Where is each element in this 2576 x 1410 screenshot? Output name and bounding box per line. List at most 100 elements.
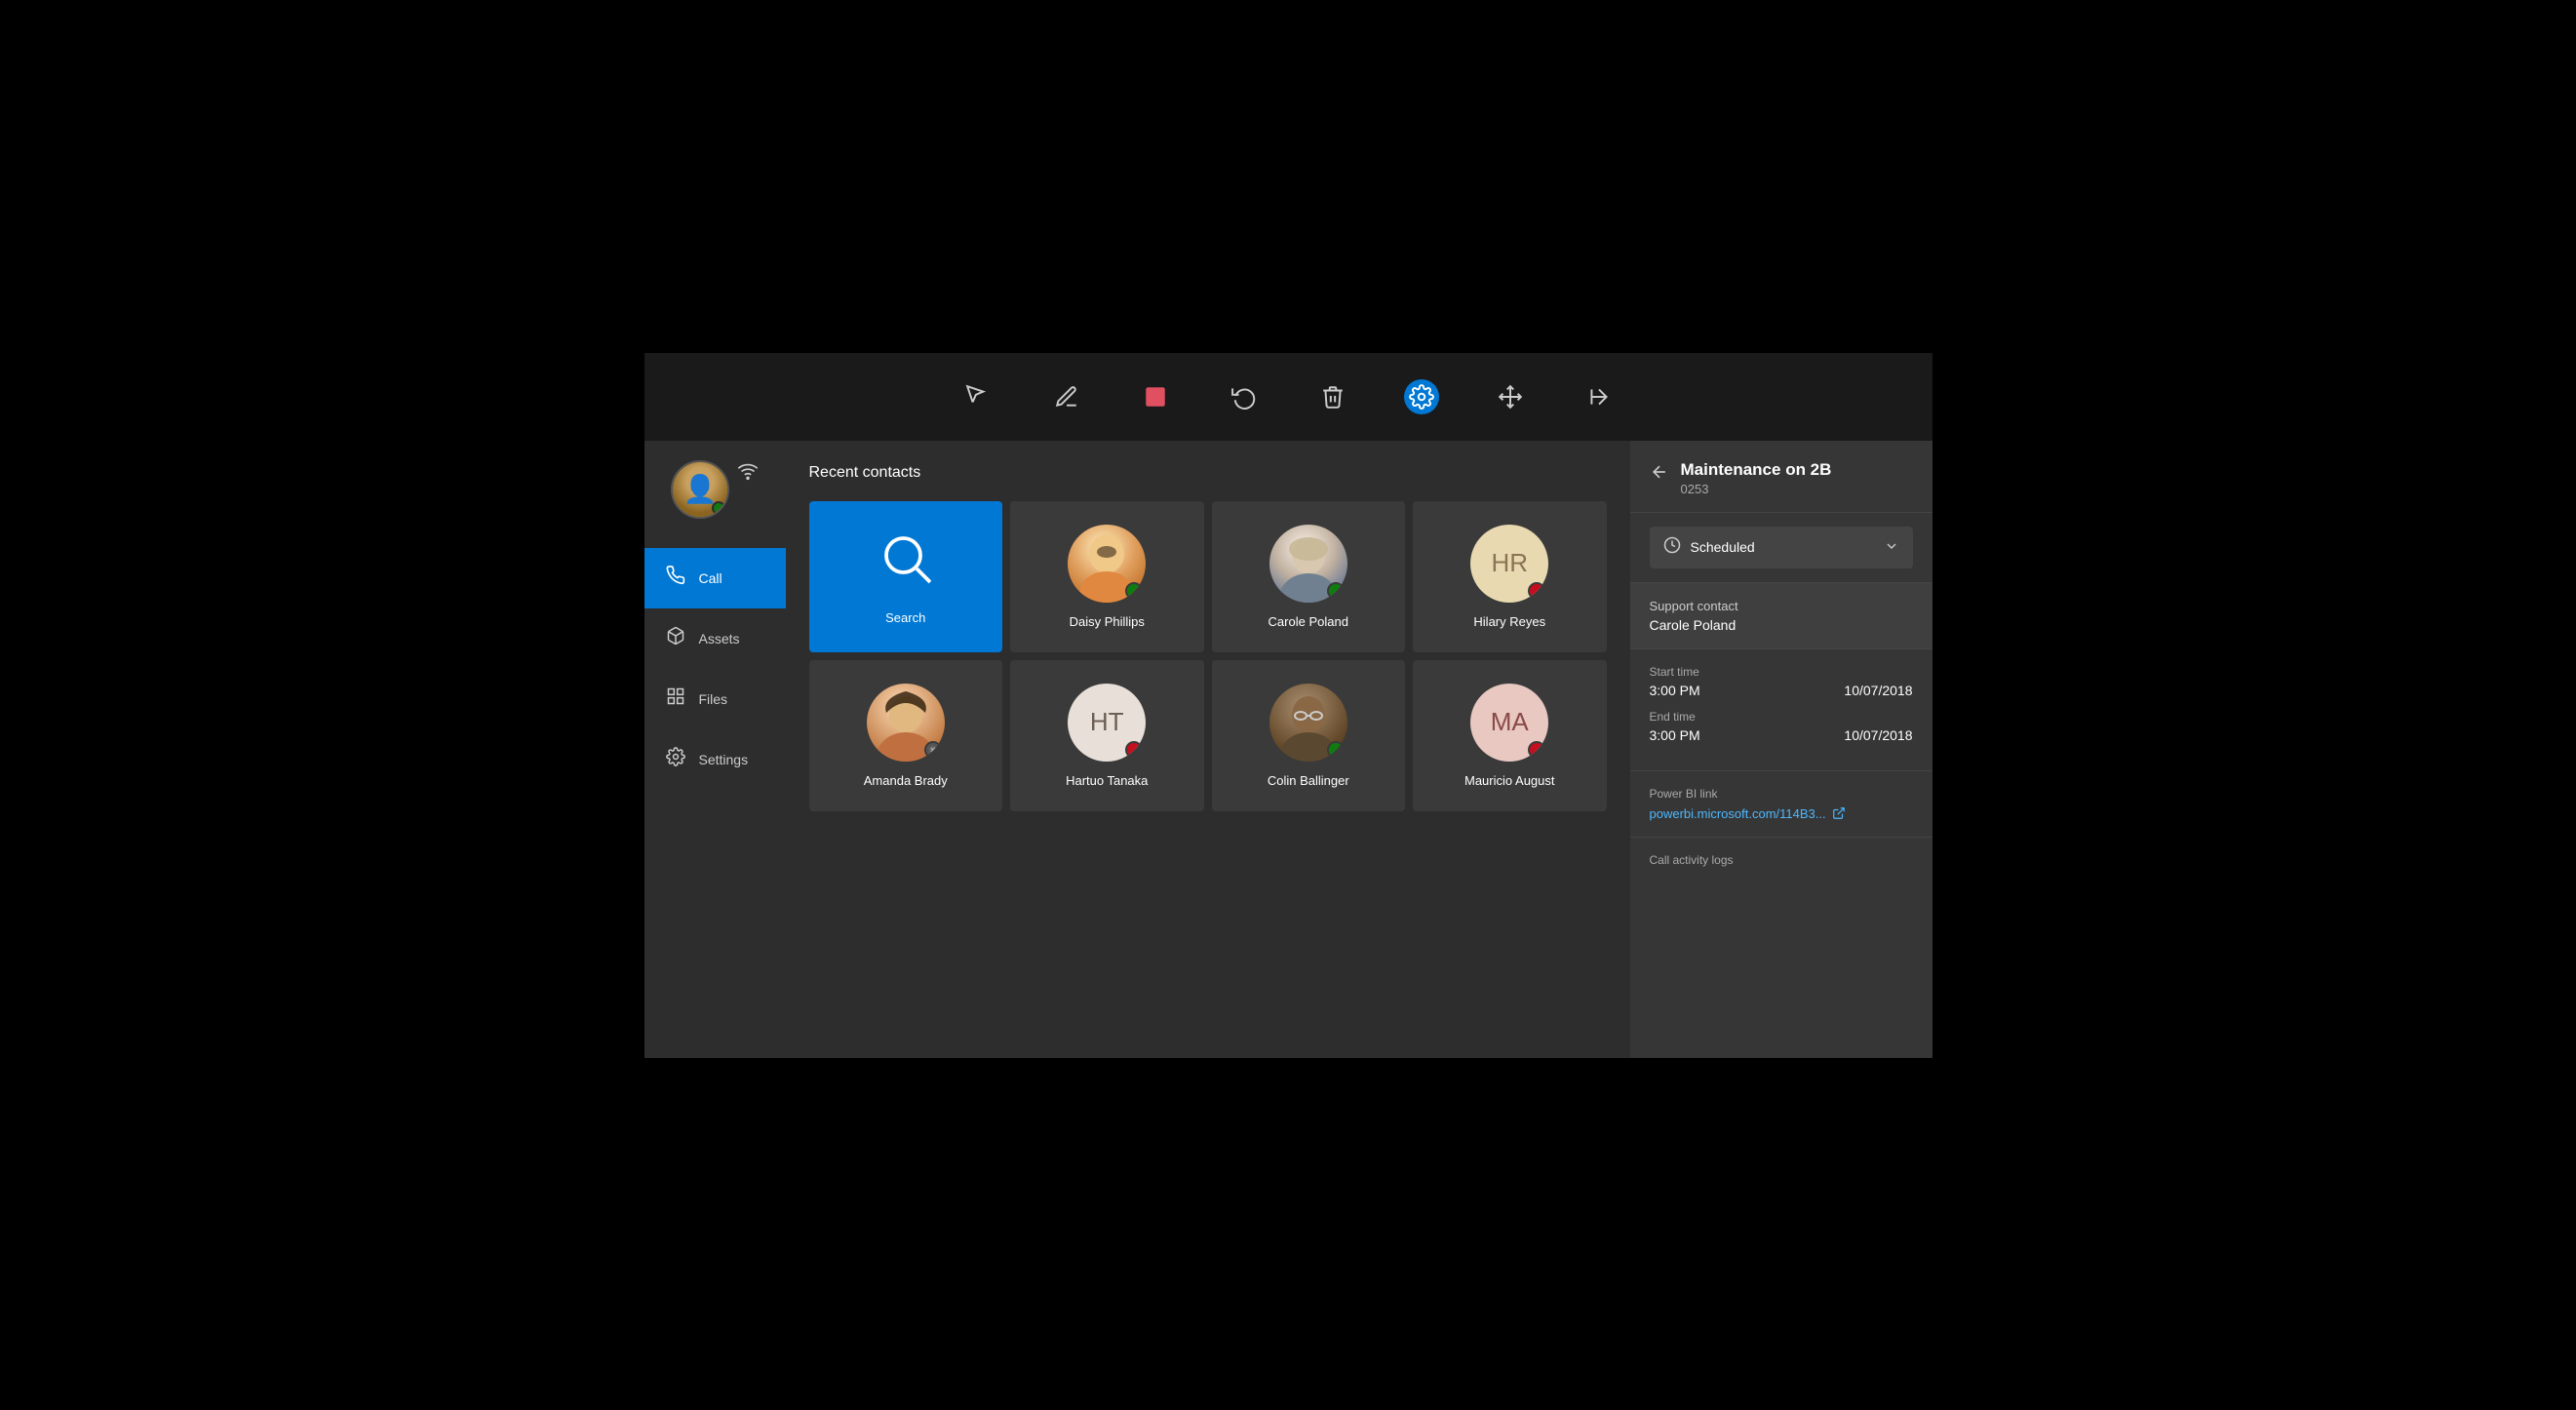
sidebar: 👤 (644, 441, 786, 1058)
end-date-group: . 10/07/2018 (1844, 710, 1912, 743)
panel-subtitle: 0253 (1681, 482, 1832, 496)
assets-icon (664, 626, 687, 651)
contact-card-daisy-phillips[interactable]: Daisy Phillips (1010, 501, 1204, 652)
time-info-section: Start time 3:00 PM . 10/07/2018 End time… (1630, 649, 1932, 771)
avatar-daisy-phillips (1068, 525, 1146, 603)
name-colin-ballinger: Colin Ballinger (1268, 773, 1349, 788)
pen-icon[interactable] (1049, 379, 1084, 414)
undo-icon[interactable] (1227, 379, 1262, 414)
user-avatar-section: 👤 (671, 460, 759, 519)
search-card[interactable]: Search (809, 501, 1003, 652)
panel-title: Maintenance on 2B (1681, 460, 1832, 480)
support-contact-label: Support contact (1650, 599, 1913, 613)
sidebar-item-settings-label: Settings (699, 752, 749, 767)
initials-hilary-reyes: HR (1491, 548, 1528, 578)
right-panel: Maintenance on 2B 0253 (1630, 441, 1932, 1058)
status-dropdown[interactable]: Scheduled (1650, 527, 1913, 568)
status-carole-poland (1327, 582, 1345, 600)
search-label: Search (885, 610, 925, 625)
support-contact-name: Carole Poland (1650, 617, 1913, 633)
screen: 👤 (644, 353, 1932, 1058)
sidebar-item-call-label: Call (699, 570, 722, 586)
status-mauricio-august (1528, 741, 1545, 759)
avatar-status (712, 501, 725, 515)
status-row: Scheduled (1630, 513, 1932, 583)
toolbar (644, 353, 1932, 441)
initials-mauricio-august: MA (1491, 707, 1529, 737)
avatar-colin-ballinger (1269, 684, 1347, 762)
search-icon-large (877, 529, 935, 599)
start-time-label: Start time (1650, 665, 1700, 679)
pin-icon[interactable] (1581, 379, 1617, 414)
end-time-label: End time (1650, 710, 1700, 724)
delete-icon[interactable] (1315, 379, 1350, 414)
center-panel: Recent contacts Search (786, 441, 1630, 1058)
call-icon (664, 566, 687, 591)
power-bi-link-text: powerbi.microsoft.com/114B3... (1650, 806, 1826, 821)
call-activity-label: Call activity logs (1650, 853, 1913, 867)
sidebar-item-files[interactable]: Files (644, 669, 786, 729)
support-contact-section: Support contact Carole Poland (1630, 583, 1932, 649)
clock-icon (1663, 536, 1681, 559)
avatar-mauricio-august: MA (1470, 684, 1548, 762)
sidebar-item-assets[interactable]: Assets (644, 608, 786, 669)
status-label: Scheduled (1691, 539, 1755, 555)
section-title: Recent contacts (809, 464, 1607, 482)
sidebar-item-assets-label: Assets (699, 631, 740, 646)
status-left: Scheduled (1663, 536, 1755, 559)
selection-icon[interactable] (960, 379, 995, 414)
power-bi-link[interactable]: powerbi.microsoft.com/114B3... (1650, 806, 1913, 821)
settings-nav-icon (664, 747, 687, 772)
status-colin-ballinger (1327, 741, 1345, 759)
contact-card-carole-poland[interactable]: Carole Poland (1212, 501, 1406, 652)
move-icon[interactable] (1493, 379, 1528, 414)
end-time-value: 3:00 PM (1650, 727, 1700, 743)
contact-card-colin-ballinger[interactable]: Colin Ballinger (1212, 660, 1406, 811)
start-date-group: . 10/07/2018 (1844, 665, 1912, 698)
call-activity-section: Call activity logs (1630, 838, 1932, 882)
end-date-value: 10/07/2018 (1844, 727, 1912, 743)
start-time-value: 3:00 PM (1650, 683, 1700, 698)
end-time-row: End time 3:00 PM . 10/07/2018 (1650, 710, 1913, 743)
sidebar-nav: Call Assets (644, 548, 786, 790)
name-hilary-reyes: Hilary Reyes (1473, 614, 1545, 629)
status-hilary-reyes (1528, 582, 1545, 600)
initials-hartuo-tanaka: HT (1090, 707, 1124, 737)
name-carole-poland: Carole Poland (1268, 614, 1348, 629)
main-content: 👤 (644, 441, 1932, 1058)
start-time-group: Start time 3:00 PM (1650, 665, 1700, 698)
power-bi-label: Power BI link (1650, 787, 1913, 801)
contact-card-hilary-reyes[interactable]: HR Hilary Reyes (1413, 501, 1607, 652)
status-daisy-phillips (1125, 582, 1143, 600)
contact-card-hartuo-tanaka[interactable]: HT Hartuo Tanaka (1010, 660, 1204, 811)
name-mauricio-august: Mauricio August (1464, 773, 1555, 788)
name-daisy-phillips: Daisy Phillips (1070, 614, 1145, 629)
contact-card-amanda-brady[interactable]: Amanda Brady (809, 660, 1003, 811)
name-hartuo-tanaka: Hartuo Tanaka (1066, 773, 1148, 788)
start-time-row: Start time 3:00 PM . 10/07/2018 (1650, 665, 1913, 698)
contacts-grid: Search Daisy Phillips (809, 501, 1607, 811)
back-button[interactable] (1650, 462, 1669, 487)
sidebar-item-files-label: Files (699, 691, 728, 707)
panel-title-group: Maintenance on 2B 0253 (1681, 460, 1832, 496)
status-hartuo-tanaka (1125, 741, 1143, 759)
chevron-down-icon (1884, 538, 1899, 557)
panel-body: Scheduled Support contact Carole Poland (1630, 513, 1932, 1058)
start-date-value: 10/07/2018 (1844, 683, 1912, 698)
panel-header: Maintenance on 2B 0253 (1630, 441, 1932, 513)
avatar-hilary-reyes: HR (1470, 525, 1548, 603)
main-settings-icon[interactable] (1404, 379, 1439, 414)
avatar-hartuo-tanaka: HT (1068, 684, 1146, 762)
end-time-group: End time 3:00 PM (1650, 710, 1700, 743)
sidebar-item-call[interactable]: Call (644, 548, 786, 608)
contact-card-mauricio-august[interactable]: MA Mauricio August (1413, 660, 1607, 811)
status-amanda-brady (924, 741, 942, 759)
avatar: 👤 (671, 460, 729, 519)
wifi-icon (737, 460, 759, 487)
external-link-icon (1832, 806, 1846, 820)
sidebar-item-settings[interactable]: Settings (644, 729, 786, 790)
shape-icon[interactable] (1138, 379, 1173, 414)
files-icon (664, 686, 687, 712)
avatar-carole-poland (1269, 525, 1347, 603)
name-amanda-brady: Amanda Brady (864, 773, 948, 788)
